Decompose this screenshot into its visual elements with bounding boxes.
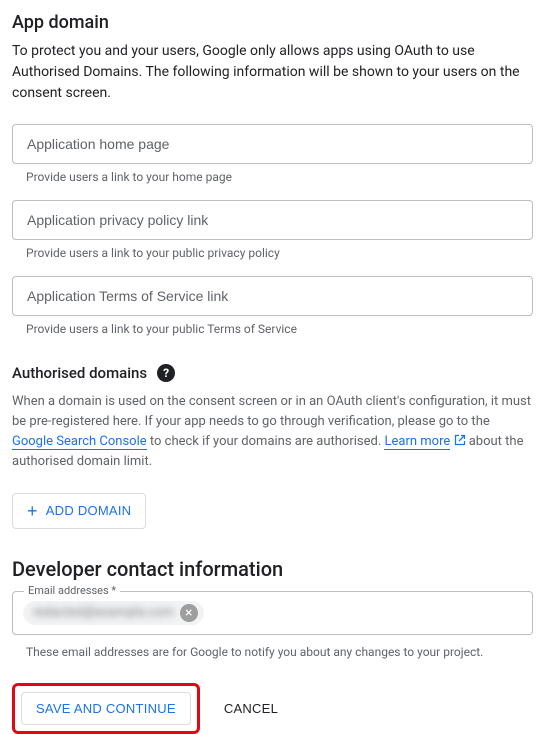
email-helper-text: These email addresses are for Google to …: [12, 645, 533, 659]
learn-more-link[interactable]: Learn more: [384, 434, 450, 450]
save-highlight-box: SAVE AND CONTINUE: [12, 683, 200, 734]
app-domain-section: App domain To protect you and your users…: [12, 12, 533, 336]
app-domain-title: App domain: [12, 12, 533, 33]
developer-contact-title: Developer contact information: [12, 557, 533, 581]
save-and-continue-button[interactable]: SAVE AND CONTINUE: [21, 692, 191, 725]
email-addresses-label: Email addresses *: [24, 584, 120, 597]
privacy-input[interactable]: [12, 200, 533, 240]
plus-icon: +: [27, 502, 38, 520]
help-icon[interactable]: ?: [157, 364, 175, 382]
privacy-field: Provide users a link to your public priv…: [12, 200, 533, 260]
email-chip-text: redacted@example.com: [33, 605, 174, 620]
authorised-domains-title: Authorised domains: [12, 364, 147, 382]
tos-helper: Provide users a link to your public Term…: [12, 322, 533, 336]
app-domain-description: To protect you and your users, Google on…: [12, 41, 533, 104]
cancel-button[interactable]: CANCEL: [224, 701, 278, 716]
add-domain-label: ADD DOMAIN: [46, 503, 132, 518]
email-addresses-field[interactable]: Email addresses * redacted@example.com: [12, 591, 533, 635]
home-page-helper: Provide users a link to your home page: [12, 170, 533, 184]
remove-email-icon[interactable]: [180, 604, 198, 622]
tos-input[interactable]: [12, 276, 533, 316]
privacy-helper: Provide users a link to your public priv…: [12, 246, 533, 260]
authorised-text-mid: to check if your domains are authorised.: [147, 434, 385, 449]
authorised-domains-description: When a domain is used on the consent scr…: [12, 392, 533, 473]
add-domain-button[interactable]: + ADD DOMAIN: [12, 493, 146, 529]
email-chip: redacted@example.com: [23, 601, 204, 625]
tos-field: Provide users a link to your public Term…: [12, 276, 533, 336]
authorised-domains-section: Authorised domains ? When a domain is us…: [12, 364, 533, 557]
action-buttons-row: SAVE AND CONTINUE CANCEL: [12, 683, 533, 734]
developer-contact-section: Developer contact information Email addr…: [12, 557, 533, 659]
home-page-field: Provide users a link to your home page: [12, 124, 533, 184]
google-search-console-link[interactable]: Google Search Console: [12, 434, 147, 450]
authorised-text-pre: When a domain is used on the consent scr…: [12, 394, 531, 429]
home-page-input[interactable]: [12, 124, 533, 164]
external-link-icon: [450, 434, 465, 449]
